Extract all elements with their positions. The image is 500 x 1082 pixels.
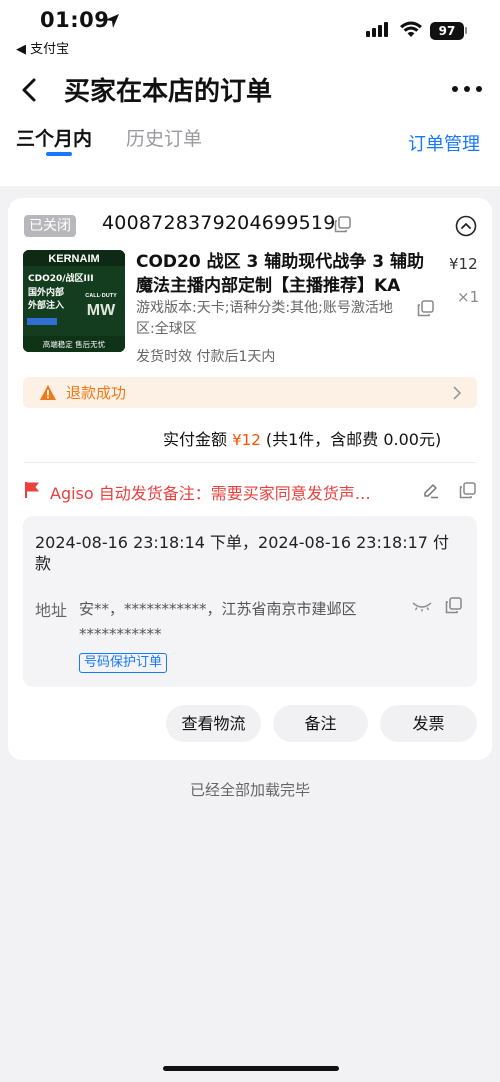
- product-image-art: KERNAIM CDO20/战区III 国外内部 外部注入 CALL·DUTY …: [23, 250, 125, 352]
- remark-button[interactable]: 备注: [273, 705, 368, 742]
- amount-label: 实付金额: [163, 430, 228, 449]
- copy-icon[interactable]: [445, 597, 462, 614]
- collapse-chevron-icon[interactable]: [455, 215, 477, 237]
- product-image-logo-top: CALL·DUTY: [85, 293, 117, 299]
- seller-note-text: Agiso 自动发货备注：需要买家同意发货声…: [50, 484, 371, 503]
- warning-icon: [40, 385, 56, 400]
- order-info-box: 2024-08-16 23:18:14 下单，2024-08-16 23:18:…: [23, 516, 477, 687]
- tab-three-months[interactable]: 三个月内: [16, 124, 92, 151]
- address-text: 安**，***********，江苏省南京市建邺区 ***********: [79, 600, 357, 643]
- amount-row: 实付金额 ¥12 (共1件，含邮费 0.00元): [163, 426, 441, 450]
- tab-active-indicator: [46, 152, 72, 156]
- address-label: 地址: [35, 601, 68, 620]
- location-arrow-icon: [105, 14, 119, 28]
- cellular-signal-icon: [366, 22, 388, 37]
- view-logistics-button[interactable]: 查看物流: [166, 705, 261, 742]
- product-image-brand: KERNAIM: [48, 253, 99, 265]
- chevron-right-icon: [453, 386, 462, 400]
- amount-value: ¥12: [232, 431, 261, 449]
- product-image-line2: 国外内部: [28, 286, 64, 298]
- edit-icon[interactable]: [422, 481, 440, 499]
- status-bar: 01:09 ◀ 支付宝 97: [0, 0, 500, 62]
- product-image-line3: 外部注入: [27, 299, 64, 311]
- number-protect-badge: 号码保护订单: [79, 653, 168, 673]
- wifi-icon: [400, 21, 422, 37]
- order-management-link[interactable]: 订单管理: [408, 130, 480, 156]
- copy-icon[interactable]: [417, 300, 434, 317]
- order-card: 已关闭 4008728379204699519 KERNAIM CDO20/战区…: [8, 198, 492, 760]
- order-times: 2024-08-16 23:18:14 下单，2024-08-16 23:18:…: [35, 533, 450, 573]
- copy-icon[interactable]: [459, 482, 476, 499]
- more-dots-icon[interactable]: [450, 77, 484, 101]
- refund-text: 退款成功: [66, 384, 127, 402]
- page-title: 买家在本店的订单: [64, 77, 273, 107]
- product-image-logo: MW: [87, 302, 116, 319]
- copy-icon[interactable]: [334, 216, 351, 233]
- back-to-app-link[interactable]: ◀ 支付宝: [16, 38, 69, 57]
- seller-note-row[interactable]: Agiso 自动发货备注：需要买家同意发货声…: [24, 478, 476, 504]
- product-quantity: ×1: [457, 288, 480, 306]
- product-price: ¥12: [449, 255, 478, 273]
- amount-detail: (共1件，含邮费 0.00元): [265, 430, 442, 449]
- product-spec: 游戏版本:天卡;语种分类:其他;账号激活地区:全球区: [136, 300, 393, 337]
- product-title[interactable]: COD20 战区 3 辅助现代战争 3 辅助魔法主播内部定制【主播推荐】KA: [136, 250, 431, 298]
- order-number: 4008728379204699519: [102, 212, 336, 234]
- battery-icon: 97: [430, 22, 464, 40]
- invoice-button[interactable]: 发票: [380, 705, 477, 742]
- tab-history-orders[interactable]: 历史订单: [126, 124, 202, 151]
- product-image-footer: 高端稳定 售后无忧: [43, 339, 106, 349]
- ship-time: 发货时效 付款后1天内: [136, 349, 276, 365]
- product-image-line1: CDO20/战区III: [28, 272, 94, 284]
- product-image[interactable]: KERNAIM CDO20/战区III 国外内部 外部注入 CALL·DUTY …: [23, 250, 125, 352]
- tabs-bar: 三个月内 历史订单 订单管理: [0, 116, 500, 186]
- all-loaded-message: 已经全部加载完毕: [189, 781, 310, 799]
- divider: [24, 462, 476, 463]
- nav-bar: 买家在本店的订单: [0, 62, 500, 116]
- status-time: 01:09: [40, 8, 110, 32]
- home-indicator[interactable]: [163, 1066, 339, 1071]
- flag-icon: [25, 482, 39, 498]
- refund-status-bar[interactable]: 退款成功: [23, 377, 477, 408]
- battery-tip: [465, 27, 467, 34]
- back-arrow-icon[interactable]: [16, 76, 44, 104]
- eye-closed-icon[interactable]: [411, 601, 433, 613]
- status-badge: 已关闭: [24, 215, 76, 237]
